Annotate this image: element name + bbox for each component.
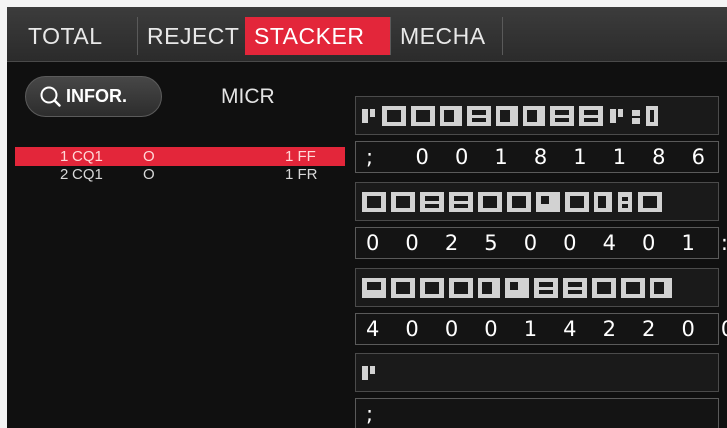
item-flag: O: [143, 166, 155, 183]
item-code: CQ1: [72, 148, 103, 165]
micr-scan-graphic: [362, 278, 672, 298]
micr-scan-image: [355, 268, 719, 307]
micr-text: 4 0 0 0 1 4 2 2 0 0 1: [366, 317, 727, 341]
micr-text: ; 0 0 1 8 1 1 8 6 ; :: [366, 145, 715, 169]
item-result: 1 FF: [285, 148, 316, 165]
micr-text-field: 4 0 0 0 1 4 2 2 0 0 1: [355, 313, 727, 345]
item-code: CQ1: [72, 166, 103, 183]
micr-scan-image: [355, 182, 719, 221]
micr-scan-graphic: [362, 366, 375, 380]
item-index: 1: [60, 148, 69, 165]
stacker-screen: TOTAL REJECT STACKER MECHA INFOR. MICR 1…: [7, 7, 727, 428]
item-flag: O: [143, 148, 155, 165]
magnifier-icon: [40, 86, 61, 107]
micr-title: MICR: [221, 85, 275, 108]
tab-mecha[interactable]: MECHA: [390, 17, 502, 55]
list-item[interactable]: 2 CQ1 O 1 FR: [15, 166, 345, 183]
micr-text: ;: [366, 402, 383, 426]
micr-scan-graphic: [362, 192, 662, 212]
micr-scan-image: [355, 96, 719, 135]
micr-scan-image: [355, 353, 719, 392]
micr-text-field: 0 0 2 5 0 0 4 0 1 : 0: [355, 227, 727, 259]
tab-bar: TOTAL REJECT STACKER MECHA: [7, 7, 727, 62]
infor-button-label: INFOR.: [66, 86, 127, 106]
item-index: 2: [60, 166, 69, 183]
tab-reject[interactable]: REJECT: [137, 17, 245, 55]
micr-text-field: ; 0 0 1 8 1 1 8 6 ; :: [355, 141, 719, 173]
tab-empty: [502, 17, 707, 55]
micr-text-field: ;: [355, 398, 719, 428]
infor-button[interactable]: INFOR.: [25, 76, 162, 117]
tab-stacker[interactable]: STACKER: [245, 17, 390, 55]
item-result: 1 FR: [285, 166, 318, 183]
list-item[interactable]: 1 CQ1 O 1 FF: [15, 147, 345, 166]
micr-text: 0 0 2 5 0 0 4 0 1 : 0: [366, 231, 727, 255]
tab-total[interactable]: TOTAL: [19, 17, 137, 55]
document-list: 1 CQ1 O 1 FF 2 CQ1 O 1 FR: [15, 147, 345, 183]
micr-scan-graphic: [362, 106, 658, 126]
